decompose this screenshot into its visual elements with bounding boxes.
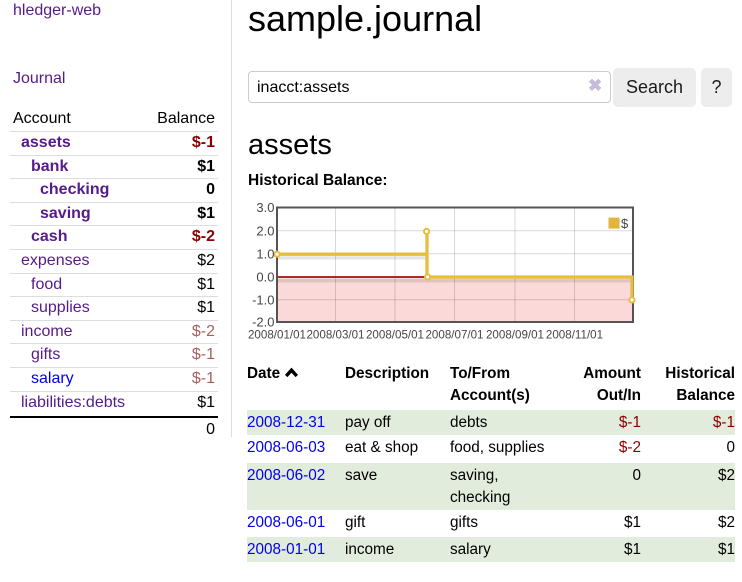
svg-text:3.0: 3.0 [256, 200, 274, 215]
svg-text:2.0: 2.0 [256, 223, 274, 238]
svg-text:0.0: 0.0 [256, 269, 274, 284]
svg-text:2008/03/01: 2008/03/01 [306, 329, 364, 342]
svg-text:2008/11/01: 2008/11/01 [546, 329, 603, 342]
svg-text:-1.0: -1.0 [252, 292, 274, 307]
svg-text:2008/01/01: 2008/01/01 [248, 329, 306, 342]
svg-text:2008/09/01: 2008/09/01 [486, 329, 544, 342]
svg-text:-2.0: -2.0 [252, 315, 274, 330]
svg-text:1.0: 1.0 [256, 246, 274, 261]
svg-text:2008/07/01: 2008/07/01 [425, 329, 483, 342]
svg-text:$: $ [621, 216, 629, 231]
svg-text:2008/05/01: 2008/05/01 [366, 329, 424, 342]
